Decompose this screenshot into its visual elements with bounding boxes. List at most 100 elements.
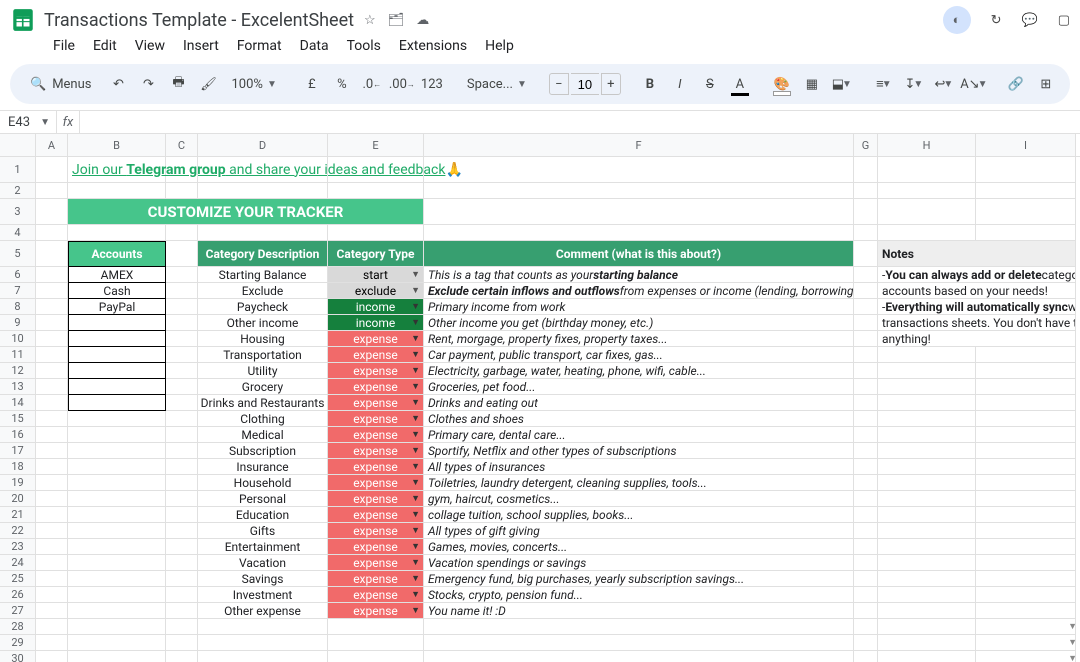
cell[interactable]	[198, 183, 328, 199]
col-header[interactable]: F	[424, 134, 854, 156]
cell[interactable]	[36, 157, 68, 183]
increase-decimal-button[interactable]: .00→	[389, 70, 415, 98]
link-button[interactable]: 🔗	[1003, 70, 1029, 98]
cell[interactable]	[166, 241, 198, 267]
font-select[interactable]: Space... ▼	[461, 70, 533, 98]
row-header[interactable]: 8	[0, 299, 36, 315]
cell[interactable]	[854, 157, 878, 183]
cell[interactable]	[424, 183, 854, 199]
cell[interactable]	[854, 225, 878, 241]
cell[interactable]	[424, 157, 854, 183]
cell[interactable]	[36, 443, 68, 459]
cell[interactable]	[166, 299, 198, 315]
cell[interactable]	[976, 587, 1076, 603]
cell[interactable]	[878, 571, 976, 587]
cell[interactable]	[976, 411, 1076, 427]
cell[interactable]: Paycheck	[198, 299, 328, 315]
cell[interactable]	[36, 379, 68, 395]
cell[interactable]	[166, 491, 198, 507]
cell[interactable]	[976, 523, 1076, 539]
cell[interactable]: Cash	[68, 283, 166, 299]
cell[interactable]: PayPal	[68, 299, 166, 315]
cell[interactable]	[166, 523, 198, 539]
cell[interactable]	[854, 475, 878, 491]
cell[interactable]	[36, 299, 68, 315]
cell[interactable]	[854, 619, 878, 635]
dropdown-caret-icon[interactable]: ▼	[411, 301, 420, 312]
cell[interactable]: Insurance	[198, 459, 328, 475]
cell[interactable]: expense▼	[328, 459, 424, 475]
row-header[interactable]: 7	[0, 283, 36, 299]
cell[interactable]	[36, 225, 68, 241]
row-header[interactable]: 12	[0, 363, 36, 379]
cell[interactable]	[36, 459, 68, 475]
cell[interactable]	[36, 241, 68, 267]
cell[interactable]	[328, 157, 424, 183]
cell[interactable]	[878, 443, 976, 459]
dropdown-caret-icon[interactable]: ▼	[411, 573, 420, 584]
cell[interactable]	[328, 183, 424, 199]
row-header[interactable]: 11	[0, 347, 36, 363]
cell[interactable]	[854, 299, 878, 315]
cell[interactable]: expense▼	[328, 603, 424, 619]
cell[interactable]	[36, 587, 68, 603]
cell[interactable]	[68, 395, 166, 411]
cell[interactable]	[36, 347, 68, 363]
paint-format-button[interactable]: 🖌	[196, 70, 222, 98]
cell[interactable]	[36, 283, 68, 299]
cell[interactable]	[166, 315, 198, 331]
cell[interactable]	[166, 183, 198, 199]
cell[interactable]	[36, 331, 68, 347]
cell[interactable]	[878, 619, 976, 635]
menu-format[interactable]: Format	[230, 34, 289, 58]
row-header[interactable]: 4	[0, 225, 36, 241]
cell[interactable]	[976, 475, 1076, 491]
cell[interactable]	[36, 267, 68, 283]
undo-button[interactable]: ↶	[106, 70, 132, 98]
cell[interactable]	[36, 395, 68, 411]
cell[interactable]	[854, 395, 878, 411]
cell[interactable]: start▼	[328, 267, 424, 283]
cell[interactable]: Housing	[198, 331, 328, 347]
cell[interactable]	[36, 411, 68, 427]
row-header[interactable]: 2	[0, 183, 36, 199]
cell[interactable]	[68, 539, 166, 555]
row-header[interactable]: 29	[0, 635, 36, 651]
cell[interactable]	[36, 199, 68, 225]
cell[interactable]	[854, 347, 878, 363]
dropdown-caret-icon[interactable]: ▼	[411, 365, 420, 376]
cell[interactable]	[68, 523, 166, 539]
cell[interactable]	[854, 183, 878, 199]
cell[interactable]	[68, 635, 166, 651]
cell[interactable]	[854, 411, 878, 427]
cell[interactable]: expense▼	[328, 443, 424, 459]
col-header[interactable]: A	[36, 134, 68, 156]
cell[interactable]	[198, 651, 328, 662]
cell[interactable]: Drinks and Restaurants	[198, 395, 328, 411]
cell[interactable]: Exclude	[198, 283, 328, 299]
cell[interactable]	[68, 183, 166, 199]
cell[interactable]: AMEX	[68, 267, 166, 283]
cell[interactable]: collage tuition, school supplies, books.…	[424, 507, 854, 523]
cell[interactable]: Toiletries, laundry detergent, cleaning …	[424, 475, 854, 491]
cell[interactable]: Starting Balance	[198, 267, 328, 283]
cell[interactable]	[36, 555, 68, 571]
cell[interactable]	[976, 491, 1076, 507]
cell[interactable]	[976, 507, 1076, 523]
row-header[interactable]: 1	[0, 157, 36, 183]
row-header[interactable]: 26	[0, 587, 36, 603]
borders-button[interactable]: ▦	[799, 70, 825, 98]
select-all-corner[interactable]	[0, 134, 36, 156]
cell[interactable]	[878, 459, 976, 475]
cell[interactable]	[36, 635, 68, 651]
dropdown-caret-icon[interactable]: ▼	[411, 397, 420, 408]
cell[interactable]	[424, 619, 854, 635]
dropdown-caret-icon[interactable]: ▼	[411, 429, 420, 440]
cell[interactable]: Electricity, garbage, water, heating, ph…	[424, 363, 854, 379]
cell[interactable]	[166, 507, 198, 523]
cell[interactable]	[36, 491, 68, 507]
row-header[interactable]: 6	[0, 267, 36, 283]
cell[interactable]	[198, 619, 328, 635]
cell[interactable]	[166, 225, 198, 241]
cell[interactable]	[976, 183, 1076, 199]
